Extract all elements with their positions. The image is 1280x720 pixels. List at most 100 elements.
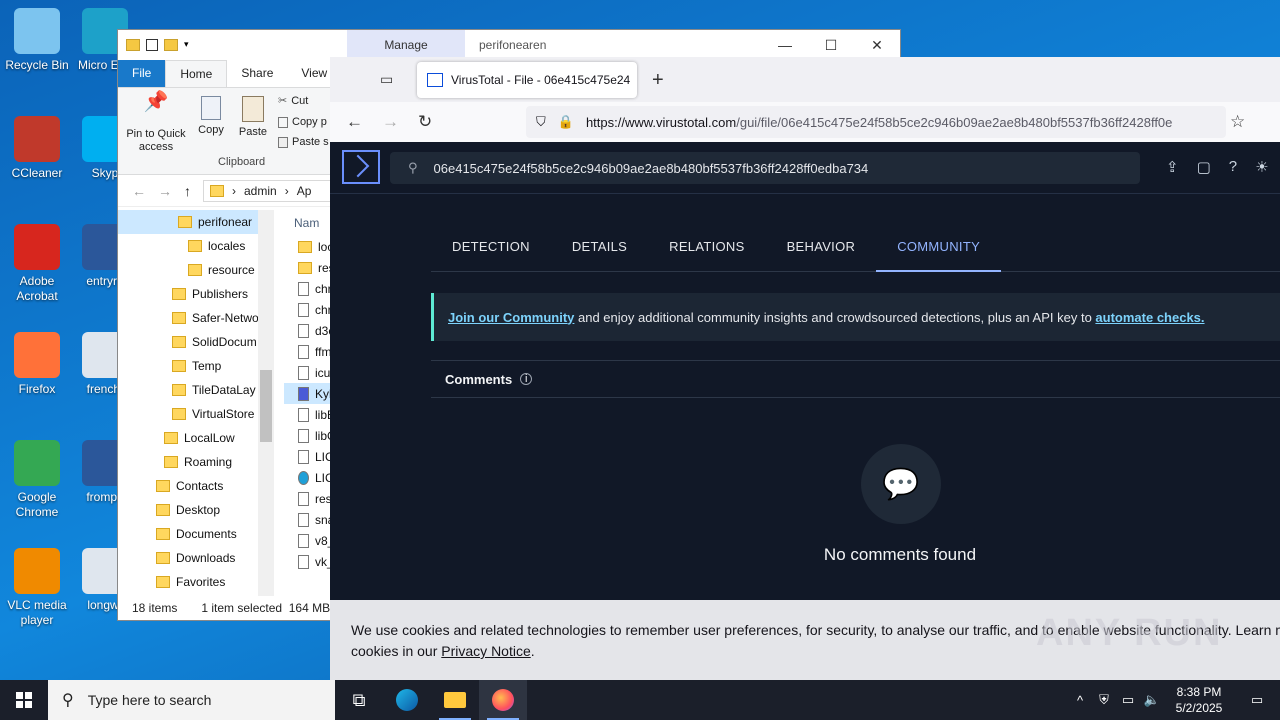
vt-search-input[interactable]: ⚲ 06e415c475e24f58b5ce2c946b09ae2ae8b480… xyxy=(390,152,1140,184)
nav-item[interactable]: locales xyxy=(118,234,274,258)
close-button[interactable]: ✕ xyxy=(854,30,900,60)
file-row[interactable]: ffm xyxy=(284,341,330,362)
file-row[interactable]: chr xyxy=(284,299,330,320)
scrollbar-thumb[interactable] xyxy=(260,370,272,442)
firefox-view-icon[interactable]: ▭ xyxy=(380,71,402,89)
bookmark-star-icon[interactable]: ☆ xyxy=(1230,112,1245,132)
file-row[interactable]: icu xyxy=(284,362,330,383)
tab-home[interactable]: Home xyxy=(165,60,228,87)
tab-community[interactable]: COMMUNITY xyxy=(876,232,1002,272)
nav-item[interactable]: Publishers xyxy=(118,282,274,306)
nav-item[interactable]: TileDataLay xyxy=(118,378,274,402)
nav-item[interactable]: Favorites xyxy=(118,570,274,594)
file-row[interactable]: LIC xyxy=(284,446,330,467)
copy-button[interactable]: Copy xyxy=(194,96,228,137)
desktop-icon[interactable]: CCleaner xyxy=(0,116,74,181)
desktop-icon[interactable]: VLC media player xyxy=(0,548,74,628)
file-row[interactable]: libG xyxy=(284,425,330,446)
virustotal-logo-icon[interactable] xyxy=(342,150,380,184)
help-icon[interactable]: ? xyxy=(1229,158,1237,176)
volume-icon[interactable]: 🔈 xyxy=(1140,692,1164,708)
info-icon[interactable]: i xyxy=(520,373,533,385)
file-row[interactable]: res xyxy=(284,488,330,509)
minimize-button[interactable]: — xyxy=(762,30,808,60)
nav-item[interactable]: SolidDocum xyxy=(118,330,274,354)
tab-relations[interactable]: RELATIONS xyxy=(648,232,765,272)
pin-quick-access-button[interactable]: 📌 Pin to Quick access xyxy=(122,92,190,154)
notifications-icon[interactable]: ▭ xyxy=(1234,692,1280,708)
paste-button[interactable]: Paste xyxy=(236,96,270,139)
file-row[interactable]: sna xyxy=(284,509,330,530)
manage-tab[interactable]: Manage xyxy=(347,30,465,60)
file-row[interactable]: Kyl xyxy=(284,383,330,404)
breadcrumb-item[interactable]: admin xyxy=(244,184,277,198)
chevron-up-icon[interactable]: ^ xyxy=(1068,693,1092,708)
taskbar-search[interactable]: ⚲ Type here to search xyxy=(48,680,335,720)
nav-scrollbar[interactable] xyxy=(258,210,274,596)
edge-taskbar-icon[interactable] xyxy=(383,680,431,720)
nav-item[interactable]: Roaming xyxy=(118,450,274,474)
tab-share[interactable]: Share xyxy=(227,60,287,87)
upload-icon[interactable]: ⇪ xyxy=(1166,158,1179,176)
nav-item[interactable]: LocalLow xyxy=(118,426,274,450)
nav-item[interactable]: Desktop xyxy=(118,498,274,522)
file-row[interactable]: vk_ xyxy=(284,551,330,572)
nav-item[interactable]: Downloads xyxy=(118,546,274,570)
automate-checks-link[interactable]: automate checks. xyxy=(1095,310,1204,325)
file-row[interactable]: libE xyxy=(284,404,330,425)
privacy-notice-link[interactable]: Privacy Notice xyxy=(441,643,530,659)
new-folder-icon[interactable] xyxy=(164,39,178,51)
nav-item[interactable]: resource xyxy=(118,258,274,282)
nav-item[interactable]: Temp xyxy=(118,354,274,378)
desktop-icon[interactable]: Firefox xyxy=(0,332,74,397)
cut-button[interactable]: ✂ Cut xyxy=(278,94,308,108)
back-arrow-icon[interactable]: ← xyxy=(132,183,146,199)
nav-item[interactable]: VirtualStore xyxy=(118,402,274,426)
column-header-name[interactable]: Nam xyxy=(284,210,330,236)
nav-item-label: Publishers xyxy=(192,287,249,301)
back-icon[interactable]: ← xyxy=(346,112,363,132)
nav-item[interactable]: Safer-Netwo xyxy=(118,306,274,330)
file-row[interactable]: res xyxy=(284,257,330,278)
url-bar[interactable]: ⛉ 🔒 https://www.virustotal.com/gui/file/… xyxy=(526,106,1226,138)
file-row[interactable]: chr xyxy=(284,278,330,299)
forward-icon[interactable]: → xyxy=(382,112,399,132)
security-icon[interactable]: ⛨ xyxy=(1092,692,1116,708)
paste-shortcut-button[interactable]: Paste s xyxy=(278,136,329,148)
reload-icon[interactable]: ↻ xyxy=(418,112,432,132)
task-view-icon[interactable]: ⧉ xyxy=(335,680,383,720)
nav-item[interactable]: Contacts xyxy=(118,474,274,498)
lock-icon[interactable]: 🔒 xyxy=(558,114,574,130)
join-community-link[interactable]: Join our Community xyxy=(448,310,574,325)
copy-path-button[interactable]: Copy p xyxy=(278,116,327,128)
file-row[interactable]: LIC xyxy=(284,467,330,488)
desktop-icon[interactable]: Google Chrome xyxy=(0,440,74,520)
file-explorer-taskbar-icon[interactable] xyxy=(431,680,479,720)
nav-item[interactable]: Documents xyxy=(118,522,274,546)
shield-icon[interactable]: ⛉ xyxy=(536,114,546,130)
tab-behavior[interactable]: BEHAVIOR xyxy=(766,232,877,272)
theme-sun-icon[interactable]: ☀ xyxy=(1255,158,1268,176)
customize-qa-icon[interactable]: ▾ xyxy=(184,39,194,51)
nav-item[interactable]: perifonear xyxy=(118,210,274,234)
forward-arrow-icon[interactable]: → xyxy=(158,183,172,199)
properties-icon[interactable] xyxy=(146,39,158,51)
tab-details[interactable]: DETAILS xyxy=(551,232,648,272)
file-row[interactable]: loc xyxy=(284,236,330,257)
file-row[interactable]: d3c xyxy=(284,320,330,341)
network-icon[interactable]: ▭ xyxy=(1116,692,1140,708)
firefox-taskbar-icon[interactable] xyxy=(479,680,527,720)
breadcrumb-item[interactable]: Ap xyxy=(297,184,312,198)
clock[interactable]: 8:38 PM 5/2/2025 xyxy=(1164,684,1234,716)
desktop-icon[interactable]: Adobe Acrobat xyxy=(0,224,74,304)
start-button[interactable] xyxy=(0,680,48,720)
tab-file[interactable]: File xyxy=(118,60,166,87)
browser-tab[interactable]: VirusTotal - File - 06e415c475e24 ✕ xyxy=(417,62,637,98)
file-row[interactable]: v8_ xyxy=(284,530,330,551)
up-arrow-icon[interactable]: ↑ xyxy=(184,183,191,199)
maximize-button[interactable]: ☐ xyxy=(808,30,854,60)
new-tab-icon[interactable]: + xyxy=(652,69,664,92)
tab-detection[interactable]: DETECTION xyxy=(431,232,551,272)
notifications-icon[interactable]: ▢ xyxy=(1197,158,1211,176)
desktop-icon[interactable]: Recycle Bin xyxy=(0,8,74,73)
